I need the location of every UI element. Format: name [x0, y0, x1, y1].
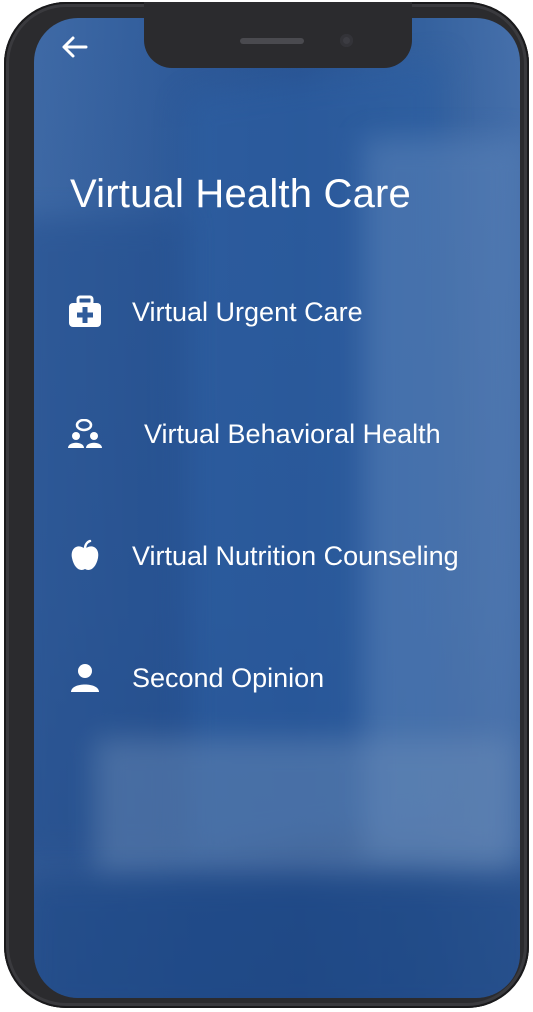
back-button[interactable]	[60, 34, 90, 60]
menu-item-label: Virtual Urgent Care	[132, 296, 363, 327]
medical-kit-icon	[60, 292, 110, 332]
page-title: Virtual Health Care	[70, 172, 412, 216]
background-building-blur	[34, 878, 520, 998]
phone-notch	[144, 2, 412, 68]
app-screen	[34, 18, 520, 998]
menu-item-label: Second Opinion	[132, 662, 325, 693]
speaker-grille	[240, 38, 304, 44]
background-building-blur	[94, 738, 514, 878]
menu-item-virtual-behavioral-health[interactable]: Virtual Behavioral Health	[60, 409, 520, 459]
arrow-left-icon	[62, 36, 88, 58]
menu-item-label: Virtual Nutrition Counseling	[132, 540, 459, 571]
phone-frame	[4, 2, 529, 1008]
menu-item-second-opinion[interactable]: Second Opinion	[60, 653, 520, 703]
group-chat-icon	[60, 414, 110, 454]
person-icon	[60, 658, 110, 698]
front-camera	[340, 34, 353, 47]
menu-item-virtual-nutrition-counseling[interactable]: Virtual Nutrition Counseling	[60, 531, 520, 581]
menu-item-label: Virtual Behavioral Health	[144, 418, 441, 449]
apple-icon	[60, 536, 110, 576]
menu-item-virtual-urgent-care[interactable]: Virtual Urgent Care	[60, 287, 520, 337]
